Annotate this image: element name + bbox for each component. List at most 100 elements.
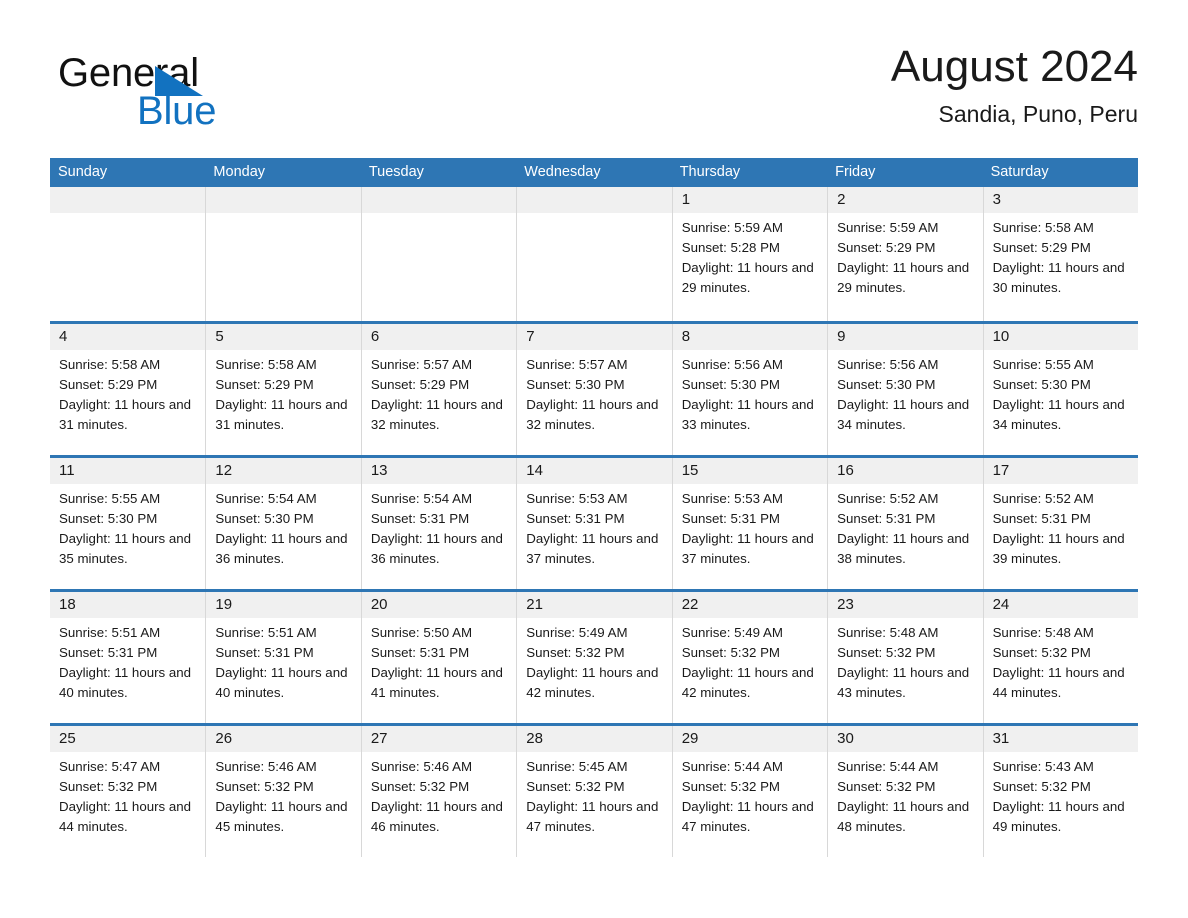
weekday-header-wednesday: Wednesday xyxy=(524,164,601,180)
sunset-text: Sunset: 5:29 PM xyxy=(215,377,314,392)
daylight-text: Daylight: 11 hours and 29 minutes. xyxy=(681,260,814,295)
daylight-text: Daylight: 11 hours and 41 minutes. xyxy=(370,665,503,700)
day-details: Sunrise: 5:53 AM Sunset: 5:31 PM Daylight:… xyxy=(673,484,827,569)
weekday-header-monday: Monday xyxy=(213,164,266,180)
day-number: 2 xyxy=(828,187,983,213)
sunset-text: Sunset: 5:32 PM xyxy=(370,779,470,794)
sunset-text: Sunset: 5:29 PM xyxy=(837,240,936,255)
calendar-day-cell[interactable]: 22 Sunrise: 5:49 AM Sunset: 5:32 PM Dayligh… xyxy=(671,592,828,723)
calendar-day-cell[interactable]: 5 Sunrise: 5:58 AM Sunset: 5:29 PM Daylight… xyxy=(205,324,361,455)
day-details: Sunrise: 5:55 AM Sunset: 5:30 PM Daylight:… xyxy=(984,350,1138,435)
sunset-text: Sunset: 5:30 PM xyxy=(215,511,314,526)
sunrise-text: Sunrise: 5:53 AM xyxy=(526,491,628,506)
calendar-day-cell[interactable]: 30 Sunrise: 5:44 AM Sunset: 5:32 PM Dayligh… xyxy=(827,726,983,857)
calendar-day-cell[interactable]: 4 Sunrise: 5:58 AM Sunset: 5:29 PM Daylight… xyxy=(50,324,206,455)
day-number: 11 xyxy=(50,458,206,484)
daylight-text: Daylight: 11 hours and 42 minutes. xyxy=(526,665,659,700)
daylight-text: Daylight: 11 hours and 35 minutes. xyxy=(59,531,192,566)
calendar-day-cell[interactable]: 13 Sunrise: 5:54 AM Sunset: 5:31 PM Dayligh… xyxy=(360,458,517,589)
sunrise-text: Sunrise: 5:46 AM xyxy=(370,759,473,774)
calendar-day-cell[interactable]: 19 Sunrise: 5:51 AM Sunset: 5:31 PM Dayligh… xyxy=(205,592,361,723)
sunset-text: Sunset: 5:31 PM xyxy=(992,511,1091,526)
calendar-week-row: 25 Sunrise: 5:47 AM Sunset: 5:32 PM Dayligh… xyxy=(50,723,1138,857)
calendar-day-cell[interactable]: 11 Sunrise: 5:55 AM Sunset: 5:30 PM Dayligh… xyxy=(50,458,206,589)
day-details: Sunrise: 5:52 AM Sunset: 5:31 PM Daylight:… xyxy=(828,484,982,569)
calendar-day-cell[interactable]: 31 Sunrise: 5:43 AM Sunset: 5:32 PM Dayligh… xyxy=(982,726,1138,857)
daylight-text: Daylight: 11 hours and 42 minutes. xyxy=(681,665,814,700)
day-details: Sunrise: 5:58 AM Sunset: 5:29 PM Daylight:… xyxy=(984,213,1138,298)
day-details: Sunrise: 5:55 AM Sunset: 5:30 PM Daylight:… xyxy=(50,484,205,569)
weekday-header-row: Sunday Monday Tuesday Wednesday Thursday Frid… xyxy=(50,158,1138,187)
daylight-text: Daylight: 11 hours and 46 minutes. xyxy=(370,799,503,834)
day-number: 26 xyxy=(206,726,361,752)
day-details: Sunrise: 5:57 AM Sunset: 5:30 PM Daylight:… xyxy=(517,350,671,435)
daylight-text: Daylight: 11 hours and 37 minutes. xyxy=(681,531,814,566)
day-details: Sunrise: 5:58 AM Sunset: 5:29 PM Daylight:… xyxy=(50,350,205,435)
sunrise-text: Sunrise: 5:57 AM xyxy=(526,357,628,372)
sunset-text: Sunset: 5:32 PM xyxy=(526,779,625,794)
day-number: 8 xyxy=(672,324,828,350)
sunset-text: Sunset: 5:32 PM xyxy=(837,645,936,660)
calendar-day-cell[interactable]: 15 Sunrise: 5:53 AM Sunset: 5:31 PM Dayligh… xyxy=(671,458,828,589)
sunrise-text: Sunrise: 5:50 AM xyxy=(370,625,473,640)
sunset-text: Sunset: 5:30 PM xyxy=(837,377,936,392)
calendar-day-cell[interactable]: 9 Sunrise: 5:56 AM Sunset: 5:30 PM Daylight… xyxy=(827,324,983,455)
calendar-day-cell[interactable]: 6 Sunrise: 5:57 AM Sunset: 5:29 PM Daylight… xyxy=(360,324,517,455)
day-number: 6 xyxy=(361,324,517,350)
calendar-day-cell[interactable]: 3 Sunrise: 5:58 AM Sunset: 5:29 PM Daylight… xyxy=(982,187,1138,321)
calendar-day-cell[interactable]: 24 Sunrise: 5:48 AM Sunset: 5:32 PM Dayligh… xyxy=(982,592,1138,723)
sunrise-text: Sunrise: 5:47 AM xyxy=(59,759,161,774)
daylight-text: Daylight: 11 hours and 47 minutes. xyxy=(526,799,659,834)
sunset-text: Sunset: 5:31 PM xyxy=(370,645,470,660)
day-number: 31 xyxy=(983,726,1138,752)
sunrise-text: Sunrise: 5:54 AM xyxy=(215,491,317,506)
calendar-day-cell[interactable]: 26 Sunrise: 5:46 AM Sunset: 5:32 PM Dayligh… xyxy=(205,726,361,857)
sunset-text: Sunset: 5:32 PM xyxy=(526,645,625,660)
calendar-week-row: 4 Sunrise: 5:58 AM Sunset: 5:29 PM Daylight… xyxy=(50,321,1138,455)
daylight-text: Daylight: 11 hours and 34 minutes. xyxy=(837,397,970,432)
daylight-text: Daylight: 11 hours and 44 minutes. xyxy=(59,799,192,834)
calendar-day-cell[interactable]: 8 Sunrise: 5:56 AM Sunset: 5:30 PM Daylight… xyxy=(671,324,828,455)
sunrise-text: Sunrise: 5:49 AM xyxy=(526,625,628,640)
day-number: 9 xyxy=(828,324,983,350)
calendar-day-cell[interactable]: 10 Sunrise: 5:55 AM Sunset: 5:30 PM Dayligh… xyxy=(982,324,1138,455)
day-details: Sunrise: 5:51 AM Sunset: 5:31 PM Daylight:… xyxy=(50,618,205,703)
calendar-day-cell[interactable]: 20 Sunrise: 5:50 AM Sunset: 5:31 PM Dayligh… xyxy=(360,592,517,723)
calendar-day-cell[interactable]: 12 Sunrise: 5:54 AM Sunset: 5:30 PM Dayligh… xyxy=(205,458,361,589)
calendar-day-cell[interactable]: 17 Sunrise: 5:52 AM Sunset: 5:31 PM Dayligh… xyxy=(982,458,1138,589)
day-details: Sunrise: 5:43 AM Sunset: 5:32 PM Daylight:… xyxy=(984,752,1138,837)
day-number: 1 xyxy=(672,187,828,213)
calendar-day-cell[interactable]: 14 Sunrise: 5:53 AM Sunset: 5:31 PM Dayligh… xyxy=(516,458,672,589)
weekday-header-tuesday: Tuesday xyxy=(368,164,424,180)
calendar-day-cell[interactable]: 27 Sunrise: 5:46 AM Sunset: 5:32 PM Dayligh… xyxy=(360,726,517,857)
sunrise-text: Sunrise: 5:44 AM xyxy=(681,759,783,774)
day-number: 25 xyxy=(50,726,206,752)
calendar-day-cell[interactable]: 25 Sunrise: 5:47 AM Sunset: 5:32 PM Dayligh… xyxy=(50,726,206,857)
day-details: Sunrise: 5:46 AM Sunset: 5:32 PM Daylight:… xyxy=(362,752,516,837)
calendar-day-cell[interactable]: 21 Sunrise: 5:49 AM Sunset: 5:32 PM Dayligh… xyxy=(516,592,672,723)
daylight-text: Daylight: 11 hours and 47 minutes. xyxy=(681,799,814,834)
sunset-text: Sunset: 5:31 PM xyxy=(681,511,781,526)
calendar-day-cell[interactable]: 28 Sunrise: 5:45 AM Sunset: 5:32 PM Dayligh… xyxy=(516,726,672,857)
sunrise-text: Sunrise: 5:56 AM xyxy=(837,357,939,372)
sunrise-text: Sunrise: 5:49 AM xyxy=(681,625,783,640)
sunset-text: Sunset: 5:32 PM xyxy=(59,779,158,794)
calendar-day-cell[interactable]: 18 Sunrise: 5:51 AM Sunset: 5:31 PM Dayligh… xyxy=(50,592,206,723)
calendar-weeks: 1 Sunrise: 5:59 AM Sunset: 5:28 PM Daylight… xyxy=(50,187,1138,857)
daylight-text: Daylight: 11 hours and 49 minutes. xyxy=(992,799,1125,834)
sunrise-text: Sunrise: 5:44 AM xyxy=(837,759,939,774)
sunset-text: Sunset: 5:28 PM xyxy=(681,240,781,255)
calendar-day-cell[interactable]: 29 Sunrise: 5:44 AM Sunset: 5:32 PM Dayligh… xyxy=(671,726,828,857)
weekday-header-friday: Friday xyxy=(835,164,876,180)
day-details: Sunrise: 5:48 AM Sunset: 5:32 PM Daylight:… xyxy=(984,618,1138,703)
calendar-day-cell[interactable]: 16 Sunrise: 5:52 AM Sunset: 5:31 PM Dayligh… xyxy=(827,458,983,589)
day-number xyxy=(517,187,672,213)
calendar-day-cell[interactable]: 1 Sunrise: 5:59 AM Sunset: 5:28 PM Daylight… xyxy=(671,187,828,321)
calendar-day-cell[interactable]: 23 Sunrise: 5:48 AM Sunset: 5:32 PM Dayligh… xyxy=(827,592,983,723)
calendar-week-row: 11 Sunrise: 5:55 AM Sunset: 5:30 PM Dayligh… xyxy=(50,455,1138,589)
calendar-day-cell[interactable]: 7 Sunrise: 5:57 AM Sunset: 5:30 PM Daylight… xyxy=(516,324,672,455)
calendar-day-cell[interactable]: 2 Sunrise: 5:59 AM Sunset: 5:29 PM Daylight… xyxy=(827,187,983,321)
day-number: 24 xyxy=(983,592,1138,618)
daylight-text: Daylight: 11 hours and 30 minutes. xyxy=(992,260,1125,295)
sunset-text: Sunset: 5:31 PM xyxy=(370,511,470,526)
